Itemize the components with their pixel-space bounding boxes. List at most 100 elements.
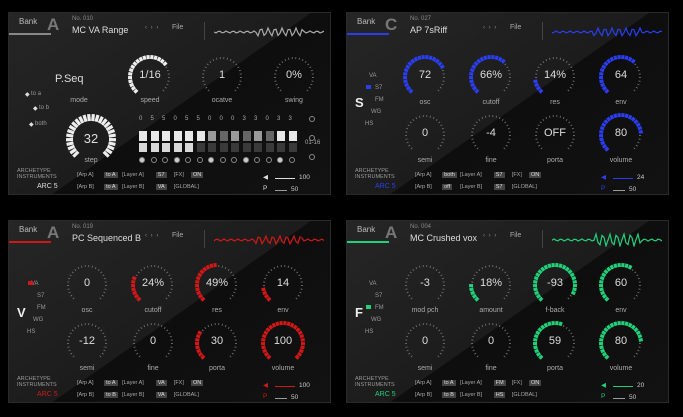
seq-step-bar-2[interactable] xyxy=(288,143,297,152)
fine-knob[interactable]: -4 xyxy=(465,109,517,161)
seq-step-toggle[interactable] xyxy=(139,157,145,163)
seq-step-toggle[interactable] xyxy=(150,157,157,163)
level-bar[interactable] xyxy=(613,178,633,179)
seq-step-bar[interactable] xyxy=(231,131,239,141)
fine-knob[interactable]: 0 xyxy=(127,317,179,369)
route-label-r2-2[interactable]: [Layer B] xyxy=(460,392,482,398)
route-label-r1-4[interactable]: [FX] xyxy=(512,380,522,386)
fine-knob[interactable]: 0 xyxy=(465,317,517,369)
bank-button[interactable]: Bank xyxy=(357,17,375,26)
seq-step-toggle[interactable] xyxy=(265,157,272,163)
engine-option-hs[interactable]: HS xyxy=(365,329,373,335)
semi-knob[interactable]: 0 xyxy=(399,317,451,369)
route-tag-r1-3[interactable]: S7 xyxy=(155,172,167,178)
bank-button[interactable]: Bank xyxy=(19,225,37,234)
route-tag-r2-3[interactable]: S7 xyxy=(493,184,505,190)
env-knob[interactable]: 14 xyxy=(257,259,309,311)
seq-step-bar[interactable] xyxy=(173,131,182,141)
route-tag-r2-3[interactable]: VA xyxy=(155,392,167,398)
seq-step-bar[interactable] xyxy=(150,131,159,141)
route-label-r2-0[interactable]: [Arp B] xyxy=(77,392,94,398)
engine-option-s7[interactable]: S7 xyxy=(37,293,44,299)
osc-knob[interactable]: 0 xyxy=(61,259,113,311)
seq-step-bar-2[interactable] xyxy=(265,143,274,152)
seq-step-bar-2[interactable] xyxy=(254,143,262,152)
route-label-r2-2[interactable]: [Layer B] xyxy=(122,184,144,190)
seq-step-toggle[interactable] xyxy=(185,157,191,163)
seq-side-button[interactable] xyxy=(309,154,315,160)
seq-side-button[interactable] xyxy=(309,135,315,141)
seq-step-toggle[interactable] xyxy=(242,157,249,163)
route-tag-r2-1[interactable]: to A xyxy=(104,184,118,190)
speaker-icon[interactable]: ◀ xyxy=(601,173,606,181)
patch-name[interactable]: AP 7sRiff xyxy=(410,25,447,35)
route-dot-1[interactable]: ◆ xyxy=(33,105,38,112)
route-label-r1-0[interactable]: [Arp A] xyxy=(77,172,94,178)
seq-step-bar-2[interactable] xyxy=(196,143,205,152)
route-label-r1-2[interactable]: [Layer A] xyxy=(122,380,144,386)
porta-knob[interactable]: 59 xyxy=(529,317,581,369)
engine-option-fm[interactable]: FM xyxy=(37,305,46,311)
route-tag-r1-3[interactable]: VA xyxy=(155,380,167,386)
route-label-r2-4[interactable]: [GLOBAL] xyxy=(512,392,537,398)
route-label-r2-0[interactable]: [Arp B] xyxy=(77,184,94,190)
route-label-r1-4[interactable]: [FX] xyxy=(512,172,522,178)
route-label-r1-0[interactable]: [Arp A] xyxy=(415,172,432,178)
route-label-r1-0[interactable]: [Arp A] xyxy=(415,380,432,386)
file-menu[interactable]: File xyxy=(510,24,521,31)
route-label-r2-0[interactable]: [Arp B] xyxy=(415,392,432,398)
patch-name[interactable]: PC Sequenced B xyxy=(72,233,141,243)
patch-name[interactable]: MC Crushed vox xyxy=(410,233,477,243)
swing-knob[interactable]: 0% xyxy=(268,51,320,103)
level-bar[interactable] xyxy=(275,178,295,179)
seq-step-bar-2[interactable] xyxy=(185,143,193,152)
speed-knob[interactable]: 1/16 xyxy=(124,51,176,103)
route-tag-r2-1[interactable]: to B xyxy=(104,392,118,398)
file-menu[interactable]: File xyxy=(172,24,183,31)
route-label-r2-2[interactable]: [Layer B] xyxy=(460,184,482,190)
engine-option-hs[interactable]: HS xyxy=(365,121,373,127)
route-label-r1-4[interactable]: [FX] xyxy=(174,380,184,386)
porta-knob[interactable]: OFF xyxy=(529,109,581,161)
file-menu[interactable]: File xyxy=(172,232,183,239)
mod pch-knob[interactable]: -3 xyxy=(399,259,451,311)
seq-step-bar[interactable] xyxy=(254,131,262,141)
patch-nav-arrows[interactable]: ‹ › › xyxy=(483,25,497,31)
synth-panel[interactable]: Bank A No. 019 PC Sequenced B ‹ › › File 0 osc 2… xyxy=(8,220,331,403)
route-tag-r1-3[interactable]: FM xyxy=(493,380,506,386)
seq-step-bar[interactable] xyxy=(277,131,285,141)
route-tag-r1-3[interactable]: S7 xyxy=(493,172,505,178)
seq-step-bar[interactable] xyxy=(219,131,228,141)
route-tag-r1-5[interactable]: ON xyxy=(529,380,542,386)
seq-step-bar-2[interactable] xyxy=(277,143,285,152)
volume-knob[interactable]: 100 xyxy=(257,317,309,369)
level-bar[interactable] xyxy=(275,386,295,387)
seq-step-bar[interactable] xyxy=(288,131,297,141)
seq-step-bar[interactable] xyxy=(242,131,251,141)
route-option-0[interactable]: to a xyxy=(31,91,41,97)
synth-panel[interactable]: Bank C No. 027 AP 7sRiff ‹ › › File 72 osc 66% cu… xyxy=(346,12,669,195)
seq-step-bar-2[interactable] xyxy=(173,143,182,152)
engine-option-wg[interactable]: WG xyxy=(371,317,381,323)
osc-knob[interactable]: 72 xyxy=(399,51,451,103)
engine-option-s7[interactable]: S7 xyxy=(375,293,382,299)
route-label-r2-2[interactable]: [Layer B] xyxy=(122,392,144,398)
engine-option-wg[interactable]: WG xyxy=(33,317,43,323)
route-label-r2-4[interactable]: [GLOBAL] xyxy=(174,392,199,398)
seq-step-bar-2[interactable] xyxy=(242,143,251,152)
route-option-1[interactable]: to b xyxy=(39,105,49,111)
speaker-icon[interactable]: ◀ xyxy=(263,173,268,181)
seq-side-button[interactable] xyxy=(309,116,315,122)
patch-nav-arrows[interactable]: ‹ › › xyxy=(145,233,159,239)
synth-panel[interactable]: Bank A No. 004 MC Crushed vox ‹ › › File -3 mod… xyxy=(346,220,669,403)
route-tag-r1-1[interactable]: to A xyxy=(442,380,456,386)
amount-knob[interactable]: 18% xyxy=(465,259,517,311)
pan-bar[interactable] xyxy=(275,398,287,399)
ocatve-knob[interactable]: 1 xyxy=(196,51,248,103)
seq-step-toggle[interactable] xyxy=(231,157,237,163)
seq-step-bar[interactable] xyxy=(162,131,170,141)
pan-bar[interactable] xyxy=(613,190,625,191)
pan-bar[interactable] xyxy=(613,398,625,399)
patch-nav-arrows[interactable]: ‹ › › xyxy=(483,233,497,239)
seq-step-bar[interactable] xyxy=(265,131,274,141)
